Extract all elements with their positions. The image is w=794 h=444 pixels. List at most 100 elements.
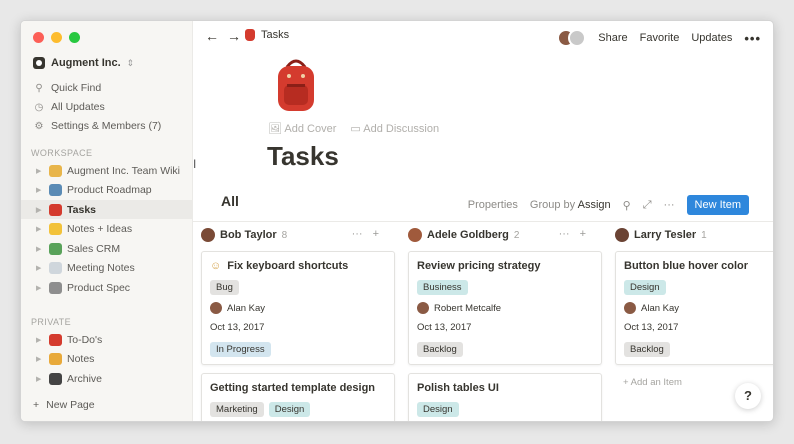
sidebar-page-augment-inc-team-wiki[interactable]: ▶ Augment Inc. Team Wiki [21, 161, 193, 180]
person-icon: ☺ [210, 260, 222, 272]
page-title[interactable]: Tasks [267, 141, 339, 172]
expand-triangle-icon[interactable]: ▶ [36, 186, 44, 194]
zoom-window-button[interactable] [69, 32, 80, 43]
page-label: Archive [67, 372, 103, 385]
card-tags: Business [417, 280, 468, 295]
tag-badge: Bug [210, 280, 239, 295]
card-date: Oct 13, 2017 [624, 322, 679, 333]
add-discussion-button[interactable]: ▭ Add Discussion [350, 122, 439, 135]
sidebar-page-archive[interactable]: ▶ Archive [21, 369, 193, 388]
expand-triangle-icon[interactable]: ▶ [36, 336, 44, 344]
expand-triangle-icon[interactable]: ▶ [36, 375, 44, 383]
favorite-button[interactable]: Favorite [640, 32, 680, 44]
back-arrow-icon[interactable]: ← [205, 28, 219, 44]
all-updates-label: All Updates [51, 101, 105, 113]
status-badge: Backlog [624, 342, 670, 357]
speech-bubble-icon [49, 262, 62, 274]
column-name: Adele Goldberg [427, 229, 509, 241]
minimize-window-button[interactable] [51, 32, 62, 43]
expand-triangle-icon[interactable]: ▶ [36, 245, 44, 253]
forward-arrow-icon[interactable]: → [227, 28, 241, 44]
quick-find-item[interactable]: ⚲ Quick Find [33, 79, 101, 97]
expand-triangle-icon[interactable]: ▶ [36, 264, 44, 272]
sidebar-page-notes-ideas[interactable]: ▶ Notes + Ideas [21, 220, 193, 239]
task-card[interactable]: Review pricing strategy Business Robert Me… [408, 251, 602, 365]
main-content: ← → Tasks Share Favorite Updates ••• 🖼 A… [193, 21, 773, 421]
task-card[interactable]: Polish tables UI Design [408, 373, 602, 421]
add-cover-button[interactable]: 🖼 Add Cover [268, 122, 336, 135]
more-options-icon[interactable]: ··· [352, 228, 363, 240]
workspace-logo-icon [33, 57, 45, 69]
column-header[interactable]: Adele Goldberg 2 ··· + [400, 223, 596, 247]
gear-icon: ⚙ [34, 120, 44, 132]
backpack-icon [49, 203, 62, 216]
expand-triangle-icon[interactable]: ▶ [36, 225, 44, 233]
status-badge: In Progress [210, 342, 271, 357]
page-label: Sales CRM [67, 242, 121, 255]
view-name[interactable]: All [221, 193, 239, 209]
sidebar-page-notes[interactable]: ▶ Notes [21, 350, 193, 369]
workspace-switcher[interactable]: Augment Inc. ⇕ [33, 57, 134, 69]
breadcrumb[interactable]: Tasks [245, 29, 289, 41]
add-item-button[interactable]: + Add an Item [623, 377, 682, 388]
page-label: Meeting Notes [67, 262, 135, 274]
share-button[interactable]: Share [598, 32, 627, 44]
plus-icon[interactable]: + [580, 228, 586, 240]
properties-button[interactable]: Properties [468, 199, 518, 211]
page-label: Tasks [67, 203, 96, 216]
sidebar-page-sales-crm[interactable]: ▶ Sales CRM [21, 239, 193, 258]
window-controls [33, 32, 80, 43]
sidebar-page-product-spec[interactable]: ▶ Product Spec [21, 278, 193, 297]
card-assignee: Alan Kay [624, 302, 679, 314]
new-item-button[interactable]: New Item [686, 195, 749, 215]
close-window-button[interactable] [33, 32, 44, 43]
workspace-name: Augment Inc. [51, 57, 121, 69]
tag-badge: Design [417, 402, 459, 417]
group-by-button[interactable]: Group by Assign [530, 199, 611, 211]
tag-badge: Design [268, 402, 311, 417]
task-card[interactable]: Button blue hover color Design Alan Kay Oct… [615, 251, 773, 365]
more-options-icon[interactable]: ••• [744, 31, 761, 46]
new-page-button[interactable]: + New Page [33, 399, 95, 411]
card-tags: Marketing Design [210, 402, 311, 417]
updates-button[interactable]: Updates [691, 32, 732, 44]
expand-triangle-icon[interactable]: ▶ [36, 167, 44, 175]
grin-icon [49, 223, 62, 235]
more-options-icon[interactable]: ··· [559, 228, 570, 240]
task-card[interactable]: Getting started template design Marketing… [201, 373, 395, 421]
help-button[interactable]: ? [735, 383, 761, 409]
plus-icon[interactable]: + [373, 228, 379, 240]
image-icon: 🖼 [268, 123, 282, 135]
wrench-icon [49, 281, 62, 294]
task-card[interactable]: ☺ Fix keyboard shortcuts Bug Alan Kay Oct 13… [201, 251, 395, 365]
column-header[interactable]: Larry Tesler 1 [607, 223, 773, 247]
sidebar-page-to-do-s[interactable]: ▶ To-Do's [21, 330, 193, 349]
avatar [408, 228, 422, 242]
board-column: Bob Taylor 8 ··· + ☺ Fix keyboard shortcuts Bu… [193, 223, 395, 421]
more-options-icon[interactable]: ··· [664, 199, 675, 211]
expand-icon[interactable]: ⤢ [643, 199, 652, 212]
search-icon[interactable]: ⚲ [623, 199, 631, 212]
backpack-page-icon[interactable] [273, 57, 319, 113]
expand-triangle-icon[interactable]: ▶ [36, 206, 44, 214]
app-window: Augment Inc. ⇕ ⚲ Quick Find ◷ All Update… [20, 20, 774, 422]
quick-find-label: Quick Find [51, 82, 102, 94]
avatar [568, 29, 587, 47]
card-tags: Design [417, 402, 459, 417]
column-tools: ··· + [352, 228, 379, 240]
column-count: 8 [281, 229, 288, 241]
clock-icon: ◷ [34, 101, 44, 113]
expand-triangle-icon[interactable]: ▶ [36, 284, 44, 292]
sidebar-page-tasks[interactable]: ▶ Tasks [21, 200, 193, 219]
tag-badge: Marketing [210, 402, 264, 417]
search-icon: ⚲ [35, 82, 43, 94]
column-header[interactable]: Bob Taylor 8 ··· + [193, 223, 389, 247]
avatar [417, 302, 429, 314]
sidebar-page-meeting-notes[interactable]: ▶ Meeting Notes [21, 259, 193, 278]
collaborator-avatars[interactable] [557, 29, 587, 47]
all-updates-item[interactable]: ◷ All Updates [33, 98, 105, 116]
sidebar-page-product-roadmap[interactable]: ▶ Product Roadmap [21, 181, 193, 200]
column-count: 2 [513, 229, 520, 241]
settings-item[interactable]: ⚙ Settings & Members (7) [33, 117, 162, 135]
expand-triangle-icon[interactable]: ▶ [36, 355, 44, 363]
